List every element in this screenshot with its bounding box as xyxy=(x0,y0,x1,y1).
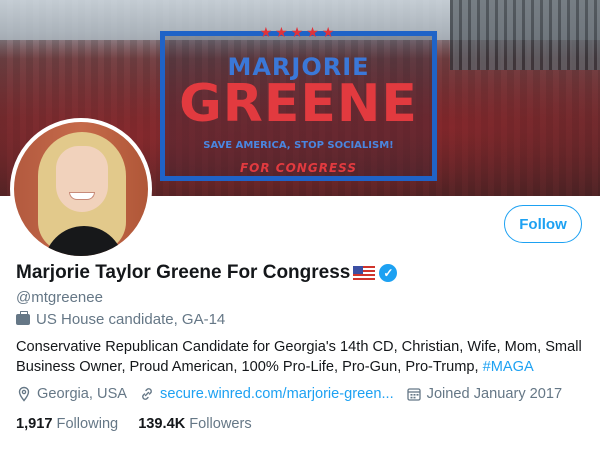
following-count: 1,917 xyxy=(16,416,53,432)
followers-label: Followers xyxy=(189,416,252,432)
followers-count: 139.4K xyxy=(138,416,186,432)
avatar-smile xyxy=(69,192,95,200)
profile-stats: 1,917 Following 139.4K Followers xyxy=(16,416,272,432)
profile-handle: @mtgreenee xyxy=(16,289,103,306)
sign-last-name: GREENE xyxy=(179,74,418,134)
website-item[interactable]: secure.winred.com/marjorie-green... xyxy=(139,386,394,402)
joined-item: Joined January 2017 xyxy=(406,386,563,402)
briefcase-icon xyxy=(16,311,30,325)
link-icon xyxy=(142,388,152,400)
profile-name-row: Marjorie Taylor Greene For Congress ✓ xyxy=(16,262,398,284)
banner-stands xyxy=(450,0,600,70)
us-flag-icon xyxy=(353,265,376,281)
profile-bio: Conservative Republican Candidate for Ge… xyxy=(16,337,590,377)
location-pin-icon xyxy=(18,386,30,402)
display-name: Marjorie Taylor Greene For Congress xyxy=(16,262,351,283)
location-label: Georgia, USA xyxy=(37,386,128,402)
followers-stat-link[interactable]: 139.4K Followers xyxy=(138,416,252,432)
category-label: US House candidate, GA-14 xyxy=(36,311,226,328)
sign-stars: ★★★★★ xyxy=(259,24,338,40)
bio-hashtag-link[interactable]: #MAGA xyxy=(483,359,534,375)
verified-badge-icon: ✓ xyxy=(379,264,398,282)
website-link[interactable]: secure.winred.com/marjorie-green... xyxy=(160,386,394,402)
joined-label: Joined January 2017 xyxy=(426,386,563,402)
profile-meta-row: Georgia, USA secure.winred.com/marjorie-… xyxy=(16,386,574,402)
following-stat-link[interactable]: 1,917 Following xyxy=(16,416,118,432)
sign-slogan: SAVE AMERICA, STOP SOCIALISM! xyxy=(203,140,394,151)
following-label: Following xyxy=(56,416,119,432)
follow-button[interactable]: Follow xyxy=(504,205,582,243)
sign-tagline: FOR CONGRESS xyxy=(239,161,357,175)
avatar-face xyxy=(56,146,108,212)
location-item: Georgia, USA xyxy=(16,386,127,402)
profile-avatar[interactable] xyxy=(10,118,152,260)
banner-campaign-sign: ★★★★★ MARJORIE GREENE SAVE AMERICA, STOP… xyxy=(160,24,437,181)
profile-category: US House candidate, GA-14 xyxy=(16,311,225,328)
calendar-icon xyxy=(406,388,421,401)
